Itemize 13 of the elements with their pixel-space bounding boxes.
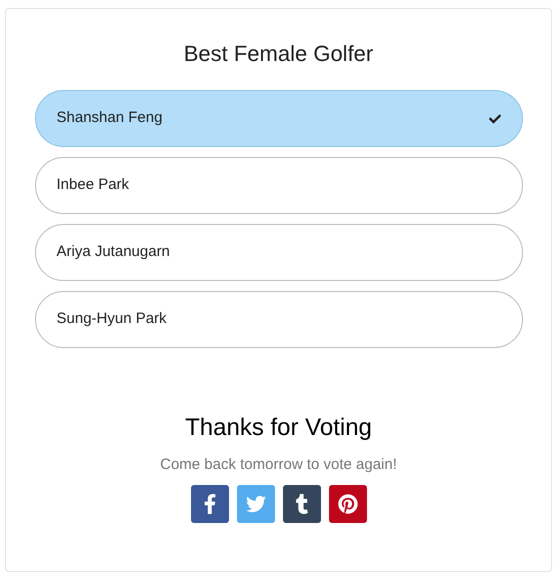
check-icon bbox=[488, 112, 500, 124]
poll-title: Best Female Golfer bbox=[184, 40, 374, 68]
share-button[interactable] bbox=[282, 484, 320, 522]
result-heading: Thanks for Voting bbox=[185, 413, 372, 443]
poll-option[interactable]: Shanshan Feng bbox=[34, 90, 522, 147]
poll-option[interactable]: Sung-Hyun Park bbox=[34, 291, 522, 348]
share-button[interactable] bbox=[190, 484, 228, 522]
result-message: Come back tomorrow to vote again! bbox=[160, 455, 397, 475]
poll-option[interactable]: Inbee Park bbox=[34, 157, 522, 214]
poll-option[interactable]: Ariya Jutanugarn bbox=[34, 224, 522, 281]
bird-icon bbox=[246, 494, 266, 514]
p-logo-icon bbox=[338, 494, 358, 514]
share-button[interactable] bbox=[328, 484, 366, 522]
